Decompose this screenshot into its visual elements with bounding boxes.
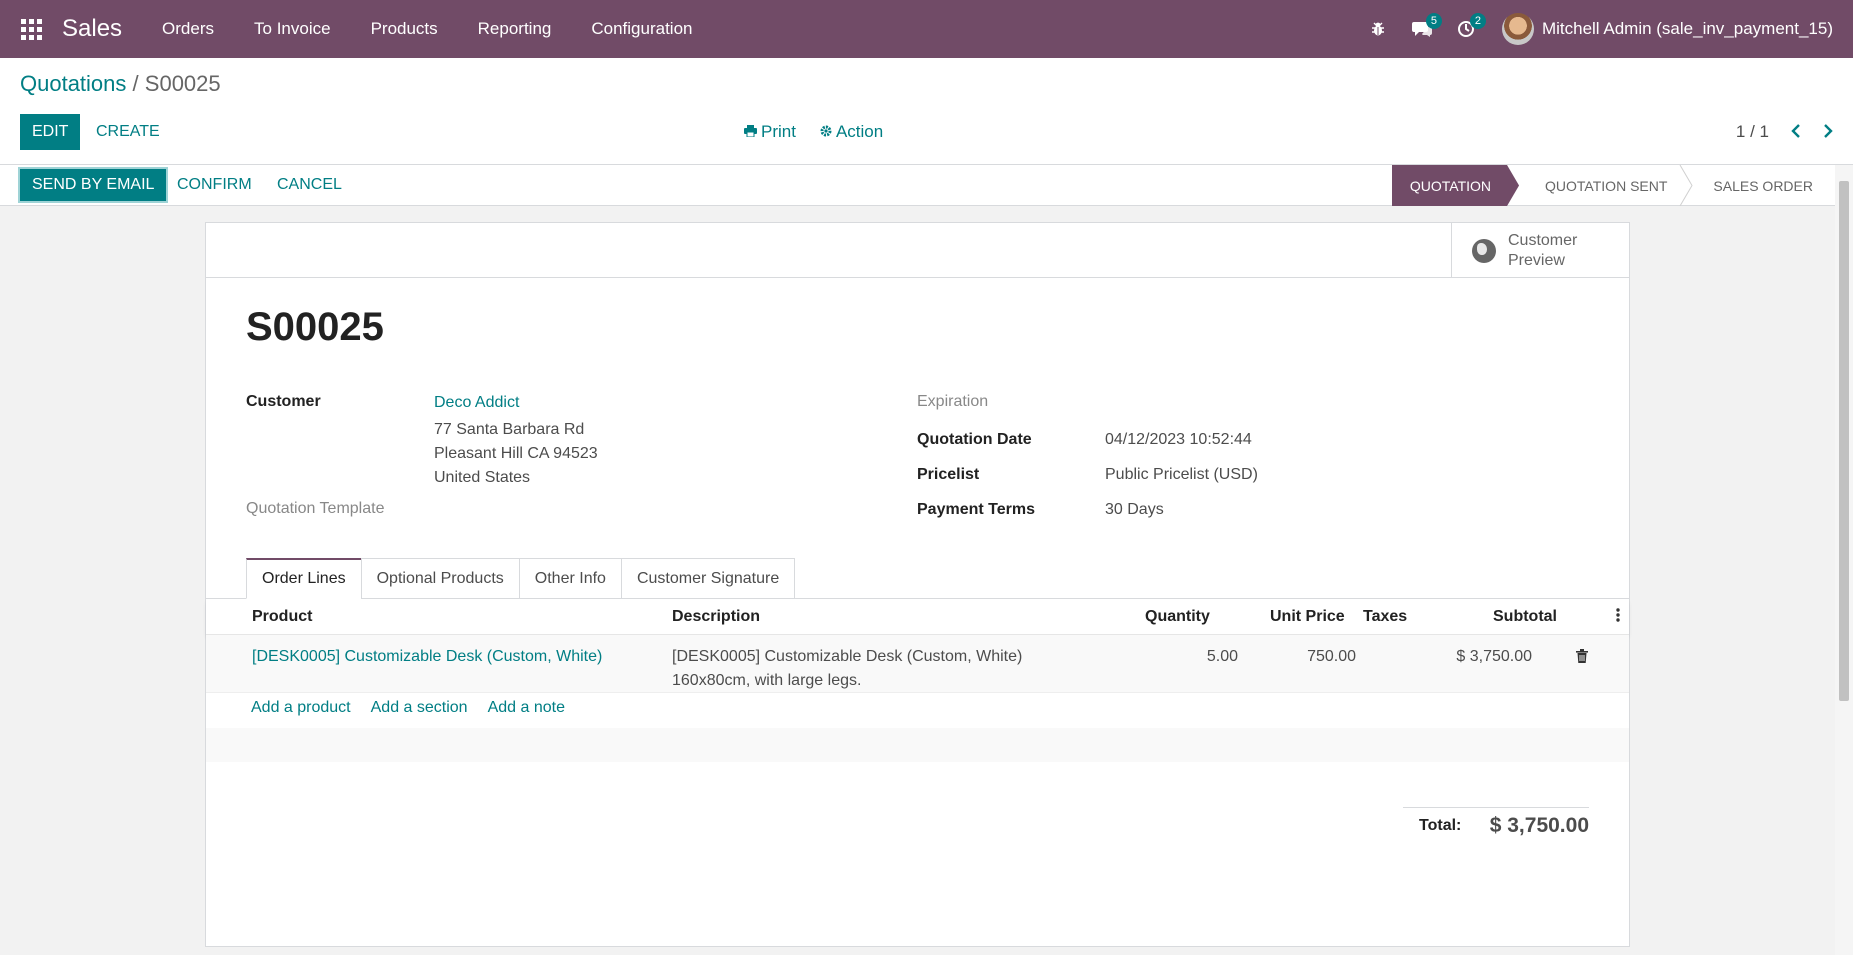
scrollbar[interactable] bbox=[1835, 165, 1853, 955]
print-icon bbox=[744, 122, 757, 142]
action-menus: Print Action bbox=[744, 114, 883, 150]
breadcrumb-quotations-link[interactable]: Quotations bbox=[20, 71, 126, 96]
activities-clock-icon[interactable]: 2 bbox=[1444, 0, 1488, 58]
control-panel: Quotations / S00025 EDIT CREATE Print Ac… bbox=[0, 58, 1853, 165]
app-brand[interactable]: Sales bbox=[62, 15, 122, 43]
menu-reporting[interactable]: Reporting bbox=[458, 0, 572, 58]
column-product[interactable]: Product bbox=[252, 608, 312, 626]
row-quantity: 5.00 bbox=[1206, 648, 1238, 665]
customer-address-line3: United States bbox=[434, 469, 531, 486]
quotation-date-label: Quotation Date bbox=[917, 431, 1032, 448]
customer-address-line1: 77 Santa Barbara Rd bbox=[434, 421, 585, 438]
quotation-date-value: 04/12/2023 10:52:44 bbox=[1105, 431, 1252, 448]
quotation-template-label: Quotation Template bbox=[246, 500, 385, 517]
smart-button-box: Customer Preview bbox=[206, 223, 1629, 278]
stage-quotation[interactable]: QUOTATION bbox=[1392, 165, 1519, 206]
row-description-line1: [DESK0005] Customizable Desk (Custom, Wh… bbox=[672, 648, 1023, 665]
pricelist-value: Public Pricelist (USD) bbox=[1105, 466, 1258, 483]
payment-terms-value: 30 Days bbox=[1105, 501, 1164, 518]
create-button[interactable]: CREATE bbox=[96, 114, 160, 150]
scrollbar-thumb[interactable] bbox=[1839, 181, 1849, 701]
row-subtotal: $ 3,750.00 bbox=[1456, 648, 1532, 665]
column-quantity[interactable]: Quantity bbox=[1145, 608, 1210, 626]
menu-configuration[interactable]: Configuration bbox=[571, 0, 712, 58]
add-line-links: Add a product Add a section Add a note bbox=[251, 699, 565, 717]
pricelist-label: Pricelist bbox=[917, 466, 980, 483]
action-label: Action bbox=[835, 122, 884, 141]
stage-sales-order[interactable]: SALES ORDER bbox=[1687, 165, 1833, 206]
avatar bbox=[1501, 13, 1534, 45]
trash-icon[interactable] bbox=[1576, 647, 1588, 671]
chevron-left-icon[interactable] bbox=[1791, 119, 1801, 145]
breadcrumb-separator: / bbox=[132, 71, 139, 96]
pager-value[interactable]: 1 / 1 bbox=[1736, 122, 1769, 142]
top-navbar: Sales Orders To Invoice Products Reporti… bbox=[0, 0, 1853, 58]
total-value: $ 3,750.00 bbox=[1489, 814, 1589, 837]
optional-columns-icon[interactable] bbox=[1616, 607, 1620, 628]
add-note-link[interactable]: Add a note bbox=[488, 699, 565, 717]
tab-order-lines[interactable]: Order Lines bbox=[246, 558, 361, 599]
stage-pipeline: QUOTATION QUOTATION SENT SALES ORDER bbox=[1392, 165, 1833, 206]
edit-button[interactable]: EDIT bbox=[20, 114, 81, 150]
add-section-link[interactable]: Add a section bbox=[371, 699, 468, 717]
expiration-label: Expiration bbox=[917, 393, 989, 410]
total-divider bbox=[1403, 807, 1589, 808]
user-name: Mitchell Admin (sale_inv_payment_15) bbox=[1541, 19, 1833, 38]
gear-icon bbox=[820, 122, 832, 142]
breadcrumb-current: S00025 bbox=[144, 71, 221, 96]
tab-other-info[interactable]: Other Info bbox=[518, 558, 621, 599]
row-unit-price: 750.00 bbox=[1307, 648, 1356, 665]
column-description[interactable]: Description bbox=[672, 608, 760, 626]
messages-badge: 5 bbox=[1425, 13, 1442, 29]
document-title: S00025 bbox=[246, 305, 384, 349]
add-product-link[interactable]: Add a product bbox=[251, 699, 351, 717]
column-unit-price[interactable]: Unit Price bbox=[1270, 608, 1345, 626]
debug-bug-icon[interactable] bbox=[1356, 0, 1400, 58]
empty-row bbox=[206, 728, 1629, 762]
row-description: [DESK0005] Customizable Desk (Custom, Wh… bbox=[672, 645, 1022, 693]
customer-label: Customer bbox=[246, 393, 321, 410]
total-label: Total: bbox=[1419, 817, 1462, 834]
action-menu[interactable]: Action bbox=[820, 122, 883, 142]
activities-badge: 2 bbox=[1469, 13, 1486, 29]
tab-customer-signature[interactable]: Customer Signature bbox=[620, 558, 796, 599]
print-menu[interactable]: Print bbox=[744, 122, 796, 142]
messages-icon[interactable]: 5 bbox=[1400, 0, 1444, 58]
menu-products[interactable]: Products bbox=[351, 0, 458, 58]
menu-orders[interactable]: Orders bbox=[142, 0, 234, 58]
payment-terms-label: Payment Terms bbox=[917, 501, 1035, 518]
customer-link[interactable]: Deco Addict bbox=[434, 394, 519, 412]
app-grid-icon[interactable] bbox=[0, 0, 62, 58]
stage-quotation-sent[interactable]: QUOTATION SENT bbox=[1519, 165, 1693, 206]
menu-to-invoice[interactable]: To Invoice bbox=[234, 0, 351, 58]
customer-preview-line1: Customer bbox=[1508, 231, 1578, 249]
breadcrumb: Quotations / S00025 bbox=[20, 71, 221, 97]
row-product[interactable]: [DESK0005] Customizable Desk (Custom, Wh… bbox=[252, 645, 602, 669]
tab-optional-products[interactable]: Optional Products bbox=[360, 558, 519, 599]
stage-quotation-sent-label: QUOTATION SENT bbox=[1545, 177, 1668, 194]
row-description-line2: 160x80cm, with large legs. bbox=[672, 672, 862, 689]
order-lines-header: Product Description Quantity Unit Price … bbox=[206, 599, 1629, 635]
pager: 1 / 1 bbox=[1736, 114, 1833, 150]
status-bar: SEND BY EMAIL CONFIRM CANCEL QUOTATION Q… bbox=[0, 165, 1853, 206]
send-by-email-button[interactable]: SEND BY EMAIL bbox=[18, 167, 169, 203]
chevron-right-icon[interactable] bbox=[1823, 119, 1833, 145]
user-menu[interactable]: Mitchell Admin (sale_inv_payment_15) bbox=[1488, 13, 1853, 45]
table-row[interactable]: [DESK0005] Customizable Desk (Custom, Wh… bbox=[206, 635, 1629, 693]
customer-address-line2: Pleasant Hill CA 94523 bbox=[434, 445, 598, 462]
globe-icon bbox=[1472, 238, 1496, 263]
cancel-button[interactable]: CANCEL bbox=[277, 167, 342, 203]
customer-preview-line2: Preview bbox=[1508, 251, 1565, 269]
column-taxes[interactable]: Taxes bbox=[1363, 608, 1407, 626]
form-sheet: Customer Preview S00025 Customer Deco Ad… bbox=[205, 222, 1630, 947]
confirm-button[interactable]: CONFIRM bbox=[177, 167, 252, 203]
customer-preview-button[interactable]: Customer Preview bbox=[1451, 223, 1629, 278]
column-subtotal[interactable]: Subtotal bbox=[1493, 608, 1557, 626]
print-label: Print bbox=[761, 122, 796, 141]
notebook-tabs: Order Lines Optional Products Other Info… bbox=[246, 558, 796, 599]
